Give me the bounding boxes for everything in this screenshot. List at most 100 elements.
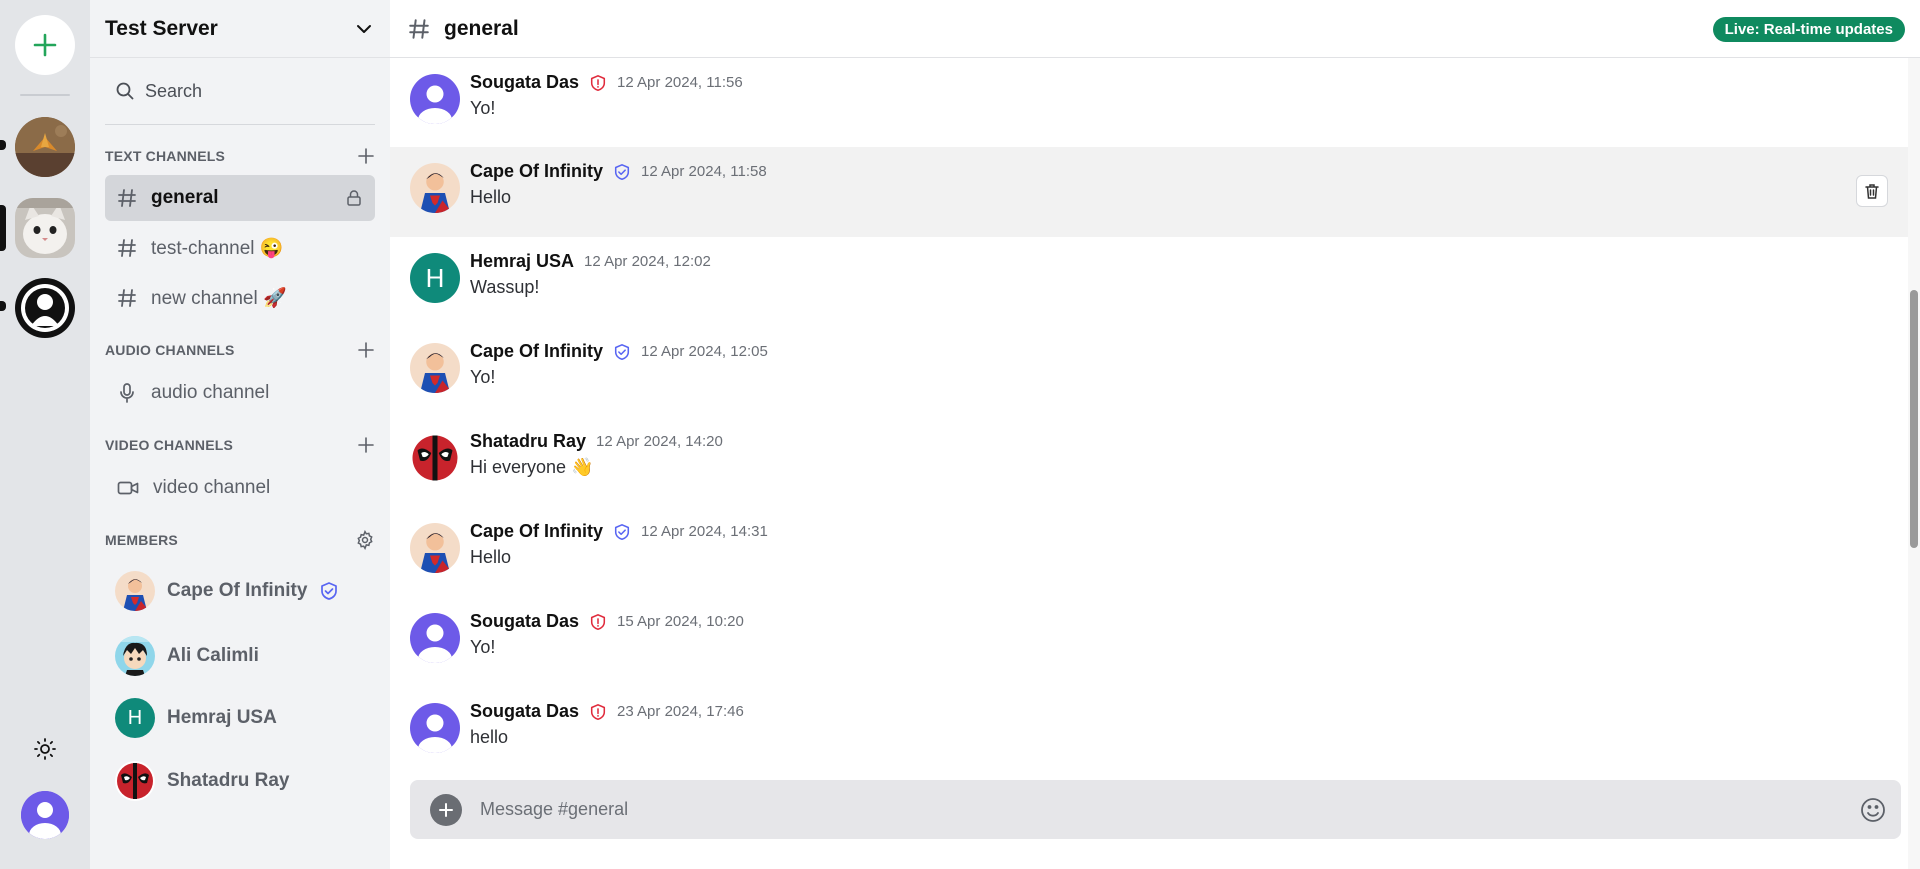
message-item[interactable]: H Hemraj USA 12 Apr 2024, 12:02 Wassup! — [390, 237, 1908, 327]
channel-header: general Live: Real-time updates — [390, 0, 1920, 58]
default-user-avatar — [410, 703, 460, 753]
user-avatar-button[interactable] — [21, 791, 69, 839]
initial-avatar: H — [115, 698, 155, 738]
message-item[interactable]: Sougata Das 15 Apr 2024, 10:20 Yo! — [390, 597, 1908, 687]
gear-icon[interactable] — [355, 530, 375, 550]
server-icon-leaf[interactable] — [15, 117, 75, 177]
message-item[interactable]: Cape Of Infinity 12 Apr 2024, 14:31 Hell… — [390, 507, 1908, 597]
message-author[interactable]: Cape Of Infinity — [470, 161, 603, 182]
superman-avatar — [115, 571, 155, 611]
default-user-avatar — [410, 613, 460, 663]
deadpool-avatar — [115, 761, 155, 801]
add-server-button[interactable] — [15, 15, 75, 75]
server-name: Test Server — [105, 16, 218, 40]
emoji-picker-icon[interactable] — [1859, 796, 1887, 824]
avatar-initial: H — [127, 706, 143, 729]
section-title-text: TEXT CHANNELS — [105, 148, 226, 164]
live-status-badge: Live: Real-time updates — [1712, 17, 1905, 42]
message-item[interactable]: Cape Of Infinity 12 Apr 2024, 12:05 Yo! — [390, 327, 1908, 417]
sun-icon — [34, 738, 56, 760]
channel-label: test-channel 😜 — [151, 238, 284, 259]
section-title-audio: AUDIO CHANNELS — [105, 342, 235, 358]
initial-avatar: H — [410, 253, 460, 303]
hash-icon — [118, 189, 136, 207]
add-text-channel-icon[interactable] — [357, 147, 375, 165]
user-avatar-image — [21, 791, 69, 839]
message-text: Hello — [470, 547, 512, 567]
hash-icon — [118, 289, 136, 307]
member-name: Shatadru Ray — [167, 770, 290, 791]
chat-panel: general Live: Real-time updates Sougata … — [390, 0, 1920, 869]
message-item[interactable]: Sougata Das 23 Apr 2024, 17:46 hello — [390, 687, 1908, 777]
section-title-video: VIDEO CHANNELS — [105, 437, 234, 453]
cat-server-image — [15, 198, 75, 258]
channel-label: audio channel — [151, 382, 270, 403]
leaf-server-image — [15, 117, 75, 177]
channel-label: video channel — [153, 477, 271, 498]
mic-icon — [120, 383, 134, 403]
member-name: Ali Calimli — [167, 645, 259, 666]
message-author[interactable]: Cape Of Infinity — [470, 521, 603, 542]
server-header[interactable]: Test Server — [90, 0, 390, 58]
lock-icon — [347, 190, 361, 206]
member-item-shatadru-ray[interactable]: Shatadru Ray — [115, 760, 375, 802]
moderator-shield-icon — [614, 343, 630, 360]
message-timestamp: 12 Apr 2024, 14:31 — [641, 523, 768, 540]
channel-item-general[interactable]: general — [105, 175, 375, 221]
section-title-members: MEMBERS — [105, 532, 178, 548]
admin-shield-icon — [590, 74, 606, 91]
server-icon-silhouette[interactable] — [15, 278, 75, 338]
moderator-shield-icon — [614, 163, 630, 180]
message-item[interactable]: Sougata Das 12 Apr 2024, 11:56 Yo! — [390, 58, 1908, 148]
message-author[interactable]: Hemraj USA — [470, 251, 574, 272]
default-user-avatar — [410, 74, 460, 124]
message-author[interactable]: Sougata Das — [470, 611, 579, 632]
member-item-ali-calimli[interactable]: Ali Calimli — [115, 635, 375, 677]
delete-message-button[interactable] — [1856, 175, 1888, 207]
message-author[interactable]: Shatadru Ray — [470, 431, 586, 452]
sidebar-divider — [105, 124, 375, 125]
deadpool-avatar — [410, 433, 460, 483]
channel-item-new-channel[interactable]: new channel 🚀 — [105, 275, 375, 321]
anime-avatar — [115, 636, 155, 676]
admin-shield-icon — [590, 613, 606, 630]
members-header: MEMBERS — [105, 530, 375, 550]
search-button[interactable]: Search — [105, 72, 375, 110]
superman-avatar — [410, 163, 460, 213]
channel-item-video-channel[interactable]: video channel — [105, 465, 375, 511]
admin-shield-icon — [590, 703, 606, 720]
member-item-cape-of-infinity[interactable]: Cape Of Infinity — [115, 570, 375, 612]
message-text: Hi everyone 👋 — [470, 457, 594, 477]
scrollbar-thumb[interactable] — [1910, 290, 1918, 548]
channel-label: general — [151, 187, 219, 208]
message-input[interactable] — [480, 799, 1841, 820]
plus-icon — [33, 33, 57, 57]
attach-file-button[interactable] — [430, 793, 462, 826]
message-timestamp: 15 Apr 2024, 10:20 — [617, 613, 744, 630]
audio-channels-header: AUDIO CHANNELS — [105, 340, 375, 360]
theme-toggle-button[interactable] — [33, 737, 57, 761]
channel-item-test-channel[interactable]: test-channel 😜 — [105, 225, 375, 271]
message-timestamp: 12 Apr 2024, 11:58 — [641, 163, 767, 180]
add-audio-channel-icon[interactable] — [357, 341, 375, 359]
message-timestamp: 12 Apr 2024, 11:56 — [617, 74, 743, 91]
server-unread-indicator — [0, 140, 6, 150]
search-label: Search — [145, 80, 203, 101]
message-item[interactable]: Shatadru Ray 12 Apr 2024, 14:20 Hi every… — [390, 417, 1908, 507]
message-author[interactable]: Cape Of Infinity — [470, 341, 603, 362]
message-timestamp: 12 Apr 2024, 12:05 — [641, 343, 768, 360]
message-author[interactable]: Sougata Das — [470, 72, 579, 93]
member-name: Cape Of Infinity — [167, 580, 308, 601]
member-name: Hemraj USA — [167, 707, 277, 728]
message-item[interactable]: Cape Of Infinity 12 Apr 2024, 11:58 Hell… — [390, 147, 1908, 237]
server-rail — [0, 0, 90, 869]
message-author[interactable]: Sougata Das — [470, 701, 579, 722]
search-icon — [116, 82, 134, 100]
server-icon-cat[interactable] — [15, 198, 75, 258]
channel-item-audio-channel[interactable]: audio channel — [105, 370, 375, 416]
message-text: Hello — [470, 187, 512, 207]
member-item-hemraj-usa[interactable]: H Hemraj USA — [115, 697, 375, 739]
server-unread-indicator — [0, 301, 6, 311]
add-video-channel-icon[interactable] — [357, 436, 375, 454]
messages-scrollbar[interactable] — [1908, 58, 1920, 869]
